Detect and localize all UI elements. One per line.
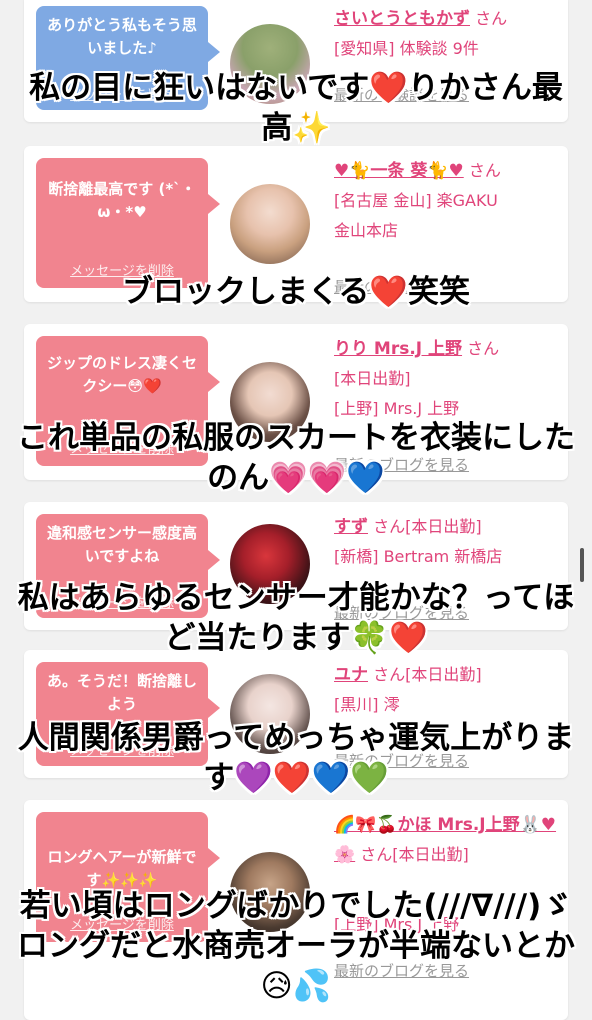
profile-name-link[interactable]: ♥🐈一条 葵🐈♥ (334, 161, 464, 181)
message-text: 違和感センサー感度高いですよね (46, 524, 197, 565)
profile-tag: [本日出勤] (334, 369, 411, 388)
profile-name-link[interactable]: すず (334, 517, 368, 537)
overlay-caption: 若い頃はロングばかりでした(///∇///)ゞロングだと水商売オーラが半端ないと… (17, 888, 575, 1004)
profile-info: さいとうともかず さん [愛知県] 体験談 9件 最新の体験談を見る (334, 4, 562, 104)
overlay-caption: ブロックしまくる❤️笑笑 (122, 274, 470, 310)
profile-info: りり Mrs.J 上野 さん [本日出勤] [上野] Mrs.J 上野 最新のブ… (334, 334, 562, 474)
profile-tag: [新橋] Bertram 新橋店 (334, 547, 503, 566)
profile-tag: 金山本店 (334, 221, 399, 240)
profile-tag: [名古屋 金山] 楽GAKU (334, 191, 498, 210)
honorific: さん[本日出勤] (373, 517, 482, 536)
overlay-caption: 人間関係男爵ってめっちゃ運気上がります💜❤️💙💚 (17, 720, 575, 796)
overlay-caption: 私はあらゆるセンサー才能かな？ってほど当たります🍀❤️ (17, 580, 575, 656)
avatar[interactable] (230, 184, 310, 264)
message-text: ありがとう私もそう思いました♪ (47, 16, 197, 57)
message-text: 断捨離最高です (*ˋ・ω・*♥ (48, 180, 196, 221)
profile-info: ♥🐈一条 葵🐈♥ さん [名古屋 金山] 楽GAKU 金山本店 最新のブログを見… (334, 156, 562, 296)
overlay-caption: これ単品の私服のスカートを衣装にしたのん💗💗💙 (17, 420, 575, 496)
profile-name-link[interactable]: りり Mrs.J 上野 (334, 339, 462, 359)
honorific: さん[本日出勤] (360, 845, 469, 864)
honorific: さん (475, 9, 508, 28)
profile-name-link[interactable]: ユナ (334, 665, 368, 685)
message-text: あ。そうだ！断捨離しよう (46, 672, 197, 713)
profile-tag: [愛知県] 体験談 9件 (334, 39, 479, 58)
honorific: さん (467, 339, 500, 358)
message-text: ジップのドレス凄くセクシー😳❤️ (46, 354, 197, 395)
profile-name-link[interactable]: さいとうともかず (334, 9, 470, 29)
profile-info: ユナ さん[本日出勤] [黒川] 澪 最新のブログを見る (334, 660, 562, 770)
profile-info: すず さん[本日出勤] [新橋] Bertram 新橋店 最新のブログを見る (334, 512, 562, 622)
overlay-caption: 私の目に狂いはないです❤️りかさん最高✨ (29, 70, 563, 146)
profile-tag: [黒川] 澪 (334, 695, 400, 714)
message-bubble: 断捨離最高です (*ˋ・ω・*♥ メッセージを削除 (36, 158, 220, 288)
scrollbar[interactable] (580, 548, 584, 582)
honorific: さん (468, 161, 501, 180)
honorific: さん[本日出勤] (373, 665, 482, 684)
